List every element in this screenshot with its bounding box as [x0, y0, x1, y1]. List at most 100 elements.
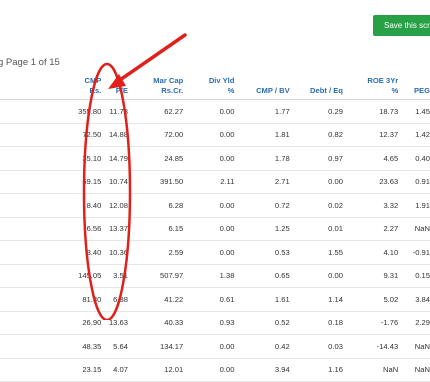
cell-cmp-bv: 1.81 [234, 123, 290, 147]
column-header-mar-cap[interactable]: Mar Cap Rs.Cr. [127, 73, 184, 100]
table-row[interactable]: 23.15 4.07 12.01 0.00 3.94 1.16 NaN NaN [0, 358, 430, 382]
cell-mar-cap: 72.00 [127, 123, 184, 147]
cell-peg: NaN [398, 358, 430, 382]
cell-cmp: 23.15 [0, 358, 102, 382]
table-row[interactable]: 3.40 10.36 2.59 0.00 0.53 1.55 4.10 -0.91 [0, 240, 430, 265]
cell-peg: 2.29 [398, 311, 430, 335]
table-row[interactable]: 355.80 11.73 62.27 0.00 1.77 0.29 18.73 1.45 [0, 99, 430, 124]
column-header-roe-3yr[interactable]: ROE 3Yr% [342, 73, 399, 100]
column-header-line2: P/E [115, 86, 128, 95]
save-screen-button[interactable]: Save this screen [373, 15, 430, 36]
table-row[interactable]: 81.30 6.88 41.22 0.61 1.61 1.14 5.02 3.84 [0, 287, 430, 312]
cell-cmp-bv: 1.77 [234, 99, 290, 124]
column-header-line1: Div Yld [208, 76, 235, 85]
cell-div-yld: 0.93 [183, 311, 235, 335]
cell-pe: 3.51 [101, 264, 128, 288]
cell-cmp: 72.50 [0, 123, 102, 147]
column-header-line1: Mar Cap [153, 76, 184, 85]
column-header-line1 [101, 76, 128, 86]
column-header-div-yld[interactable]: Div Yld% [183, 73, 235, 100]
cell-roe-3yr: 12.37 [342, 123, 399, 147]
cell-div-yld: 0.00 [183, 99, 235, 124]
cell-debt-eq: 0.00 [289, 264, 343, 288]
column-header-line2: % [391, 86, 399, 95]
cell-div-yld: 0.00 [183, 146, 235, 171]
table-row[interactable]: 26.90 13.63 40.33 0.93 0.52 0.18 -1.76 2.29 [0, 311, 430, 335]
cell-pe: 13.37 [101, 217, 128, 241]
column-header-pe[interactable]: P/E [101, 73, 128, 100]
cell-div-yld: 0.00 [183, 334, 235, 359]
cell-cmp-bv: 1.78 [234, 146, 290, 171]
column-header-line2: CMP / BV [256, 86, 290, 95]
table-row[interactable]: 145.05 3.51 507.97 1.38 0.65 0.00 9.31 0.15 [0, 264, 430, 288]
cell-roe-3yr: -1.76 [342, 311, 399, 335]
cell-div-yld: 0.00 [183, 193, 235, 218]
cell-cmp: 48.35 [0, 334, 102, 359]
cell-debt-eq: 0.00 [289, 170, 343, 194]
table-row[interactable]: 48.35 5.64 134.17 0.00 0.42 0.03 -14.43 NaN [0, 334, 430, 359]
cell-debt-eq: 1.16 [289, 358, 343, 382]
table-row[interactable]: 6.56 13.37 6.15 0.00 1.25 0.01 2.27 NaN [0, 217, 430, 241]
cell-peg: NaN [398, 334, 430, 359]
column-header-peg[interactable]: PEG [398, 73, 430, 100]
cell-pe: 5.64 [101, 334, 128, 359]
cell-pe: 14.79 [101, 146, 128, 171]
cell-cmp: 59.15 [0, 170, 102, 194]
cell-pe: 10.36 [101, 240, 128, 265]
cell-div-yld: 1.38 [183, 264, 235, 288]
cell-cmp-bv: 0.42 [234, 334, 290, 359]
cell-cmp: 355.80 [0, 99, 102, 124]
cell-mar-cap: 2.59 [127, 240, 184, 265]
column-header-line2: % [227, 86, 235, 95]
cell-roe-3yr: 4.10 [342, 240, 399, 265]
cell-debt-eq: 0.02 [289, 193, 343, 218]
cell-peg: 0.15 [398, 264, 430, 288]
cell-roe-3yr: 3.32 [342, 193, 399, 218]
cell-peg: -0.91 [398, 240, 430, 265]
cell-mar-cap: 41.22 [127, 287, 184, 312]
cell-roe-3yr: 18.73 [342, 99, 399, 124]
table-row[interactable]: 35.10 14.79 24.85 0.00 1.78 0.97 4.65 0.40 [0, 146, 430, 171]
cell-peg: 0.91 [398, 170, 430, 194]
column-header-debt-eq[interactable]: Debt / Eq [289, 73, 343, 100]
cell-div-yld: 0.00 [183, 123, 235, 147]
cell-cmp: 81.30 [0, 287, 102, 312]
screen-results-table: CMP Rs. P/E Mar Cap Rs.Cr. Div Yld% CMP / BV… [0, 73, 430, 382]
cell-div-yld: 0.00 [183, 217, 235, 241]
cell-mar-cap: 12.01 [127, 358, 184, 382]
cell-cmp: 8.40 [0, 193, 102, 218]
column-header-line1 [234, 76, 289, 86]
cell-debt-eq: 0.82 [289, 123, 343, 147]
cell-cmp: 145.05 [0, 264, 102, 288]
cell-roe-3yr: 4.65 [342, 146, 399, 171]
pagination-info: g Page 1 of 15 [0, 57, 60, 68]
cell-mar-cap: 391.50 [127, 170, 184, 194]
cell-debt-eq: 1.14 [289, 287, 343, 312]
cell-cmp-bv: 0.52 [234, 311, 290, 335]
cell-cmp: 6.56 [0, 217, 102, 241]
column-header-line1 [290, 76, 343, 86]
cell-peg: 1.42 [398, 123, 430, 147]
table-row[interactable]: 72.50 14.88 72.00 0.00 1.81 0.82 12.37 1.42 [0, 123, 430, 147]
cell-debt-eq: 0.18 [289, 311, 343, 335]
cell-cmp-bv: 0.53 [234, 240, 290, 265]
cell-debt-eq: 1.55 [289, 240, 343, 265]
cell-debt-eq: 0.03 [289, 334, 343, 359]
cell-roe-3yr: -14.43 [342, 334, 399, 359]
cell-cmp-bv: 2.71 [234, 170, 290, 194]
column-header-cmp-bv[interactable]: CMP / BV [234, 73, 290, 100]
cell-roe-3yr: 23.63 [342, 170, 399, 194]
cell-pe: 4.07 [101, 358, 128, 382]
cell-peg: NaN [398, 217, 430, 241]
cell-pe: 13.63 [101, 311, 128, 335]
column-header-cmp[interactable]: CMP Rs. [0, 73, 102, 100]
cell-cmp-bv: 3.94 [234, 358, 290, 382]
cell-mar-cap: 507.97 [127, 264, 184, 288]
column-header-line2: PEG [413, 86, 430, 95]
column-header-line2: Rs.Cr. [161, 86, 184, 95]
cell-pe: 12.08 [101, 193, 128, 218]
cell-debt-eq: 0.29 [289, 99, 343, 124]
cell-mar-cap: 134.17 [127, 334, 184, 359]
table-row[interactable]: 8.40 12.08 6.28 0.00 0.72 0.02 3.32 1.91 [0, 193, 430, 218]
table-row[interactable]: 59.15 10.74 391.50 2.11 2.71 0.00 23.63 0.91 [0, 170, 430, 194]
